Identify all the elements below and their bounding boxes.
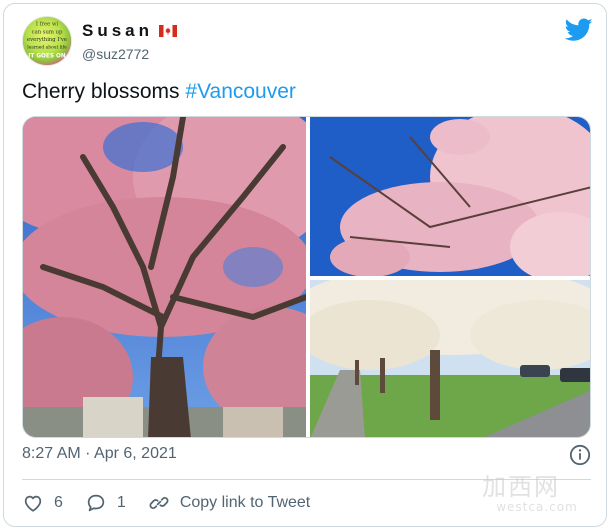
- reply-button[interactable]: 1: [85, 492, 126, 514]
- author-display-name[interactable]: Susan: [82, 21, 153, 41]
- info-icon[interactable]: [569, 444, 591, 466]
- tweet-actions: 6 1 Copy link to Tweet: [22, 488, 332, 518]
- like-button[interactable]: 6: [22, 492, 63, 514]
- reply-bubble-icon: [87, 494, 105, 512]
- watermark-cn-text: 加西网: [482, 473, 560, 501]
- svg-text:I free wi: I free wi: [36, 22, 59, 28]
- canada-flag-icon: [159, 25, 178, 37]
- avatar-image: I free wi can sum up everything I've lea…: [23, 17, 71, 65]
- author-name-row[interactable]: Susan: [82, 21, 178, 41]
- media-grid: [22, 116, 591, 438]
- svg-text:everything I've: everything I've: [27, 37, 67, 43]
- link-icon: [149, 497, 169, 509]
- copy-link-button[interactable]: Copy link to Tweet: [148, 492, 310, 514]
- tweet-text: Cherry blossoms #Vancouver: [22, 80, 296, 104]
- copy-link-label: Copy link to Tweet: [179, 494, 311, 511]
- svg-text:can sum up: can sum up: [32, 29, 63, 35]
- watermark-url-text: westca.com: [496, 500, 578, 514]
- reply-count: 1: [116, 494, 126, 511]
- hashtag-link[interactable]: #Vancouver: [185, 80, 296, 103]
- pink-cherry-tree-photo[interactable]: [23, 117, 306, 437]
- heart-icon: [24, 495, 42, 512]
- like-count: 6: [54, 494, 63, 511]
- tweet-body-text: Cherry blossoms: [22, 80, 186, 103]
- author-handle[interactable]: @suz2772: [82, 46, 149, 62]
- tweet-timestamp[interactable]: 8:27 AM · Apr 6, 2021: [22, 445, 177, 463]
- tweet-card: I free wi can sum up everything I've lea…: [3, 3, 607, 527]
- svg-text:IT GOES ON: IT GOES ON: [28, 53, 66, 59]
- white-blossom-street-photo[interactable]: [310, 280, 590, 437]
- pink-blossom-closeup-photo[interactable]: [310, 117, 590, 276]
- avatar[interactable]: I free wi can sum up everything I've lea…: [22, 16, 72, 66]
- svg-text:learned about life: learned about life: [27, 46, 67, 51]
- site-watermark: 加西网 westca.com: [482, 474, 592, 518]
- twitter-bird-icon[interactable]: [565, 18, 593, 42]
